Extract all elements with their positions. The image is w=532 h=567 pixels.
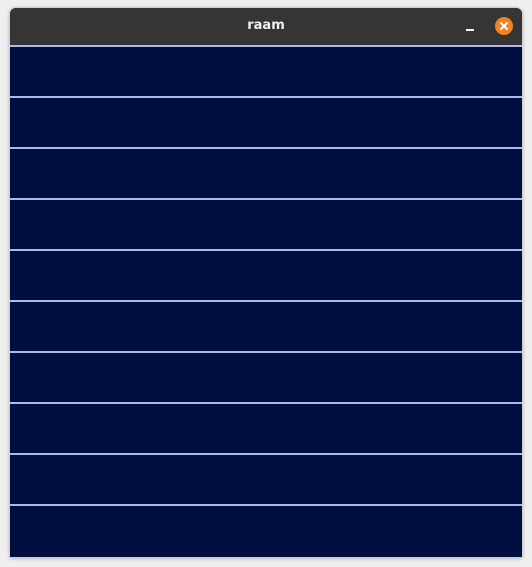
minimize-icon xyxy=(466,29,474,31)
band-row xyxy=(10,504,522,555)
band-divider xyxy=(10,249,522,251)
band-row xyxy=(10,300,522,351)
band-divider xyxy=(10,504,522,506)
band-row xyxy=(10,249,522,300)
band-row xyxy=(10,45,522,96)
band-row xyxy=(10,96,522,147)
band-divider xyxy=(10,300,522,302)
band-row xyxy=(10,402,522,453)
band-divider xyxy=(10,45,522,47)
band-divider xyxy=(10,351,522,353)
title-bar[interactable]: raam xyxy=(10,8,522,45)
app-window: raam xyxy=(10,8,522,557)
band-divider xyxy=(10,96,522,98)
band-divider xyxy=(10,453,522,455)
band-divider xyxy=(10,402,522,404)
band-divider xyxy=(10,198,522,200)
minimize-button[interactable] xyxy=(462,18,478,34)
band-row xyxy=(10,351,522,402)
canvas-area[interactable] xyxy=(10,45,522,557)
band-row xyxy=(10,453,522,504)
band-divider xyxy=(10,147,522,149)
band-row xyxy=(10,147,522,198)
window-title: raam xyxy=(247,18,285,33)
close-button[interactable] xyxy=(495,17,513,35)
band-row xyxy=(10,198,522,249)
close-icon xyxy=(500,22,508,30)
